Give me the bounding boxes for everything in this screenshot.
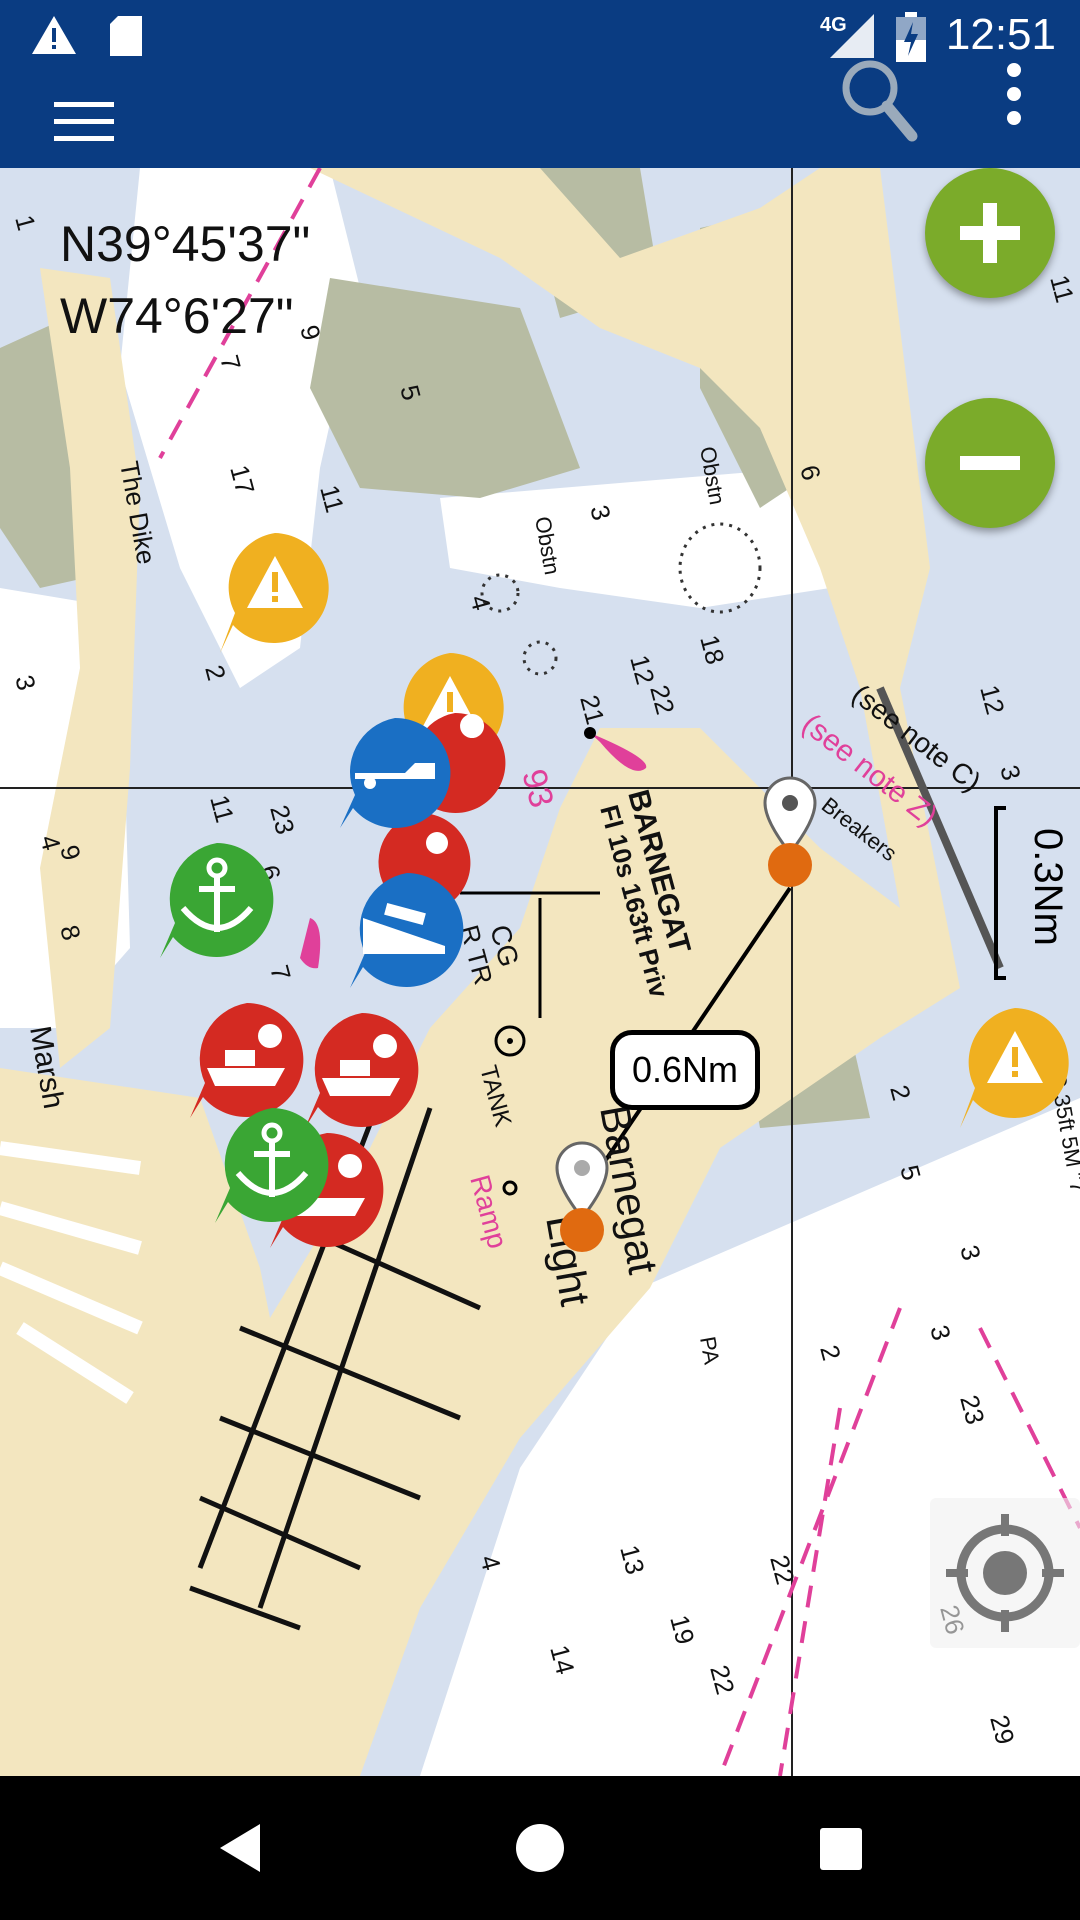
minus-icon <box>960 456 1020 470</box>
chart-background: BARNEGAT Fl 10s 163ft Priv Barnegat Ligh… <box>0 168 1080 1776</box>
status-time: 12:51 <box>945 10 1056 59</box>
my-location-button[interactable] <box>930 1498 1080 1648</box>
menu-icon[interactable] <box>54 102 114 142</box>
route-distance-label: 0.6Nm <box>610 1030 760 1110</box>
hazard-warning-marker[interactable] <box>215 528 335 658</box>
chart-label-pa: PA <box>695 1335 724 1367</box>
route-waypoint-start[interactable] <box>760 773 820 893</box>
nav-back-button[interactable] <box>160 1776 320 1920</box>
recents-icon <box>820 1828 862 1870</box>
zoom-in-button[interactable] <box>925 168 1055 298</box>
route-waypoint-end[interactable] <box>552 1138 612 1258</box>
system-nav-bar <box>0 1776 1080 1920</box>
plus-icon <box>960 203 1020 263</box>
coordinate-readout: N39°45'37" W74°6'27" <box>60 208 310 352</box>
overflow-menu-icon[interactable] <box>1004 60 1024 140</box>
app-bar <box>0 60 1080 168</box>
longitude-label: W74°6'27" <box>60 288 294 344</box>
crosshair-location-icon <box>946 1514 1064 1632</box>
scale-bar-label: 0.3Nm <box>1026 828 1070 946</box>
anchorage-marker[interactable] <box>155 838 280 963</box>
boat-ramp-marker[interactable] <box>345 868 470 993</box>
nautical-chart-map[interactable]: BARNEGAT Fl 10s 163ft Priv Barnegat Ligh… <box>0 168 1080 1776</box>
nav-home-button[interactable] <box>460 1776 620 1920</box>
hazard-warning-marker[interactable] <box>955 1003 1075 1133</box>
nav-recents-button[interactable] <box>760 1776 920 1920</box>
sd-card-icon <box>110 16 142 56</box>
back-icon <box>220 1824 260 1872</box>
zoom-out-button[interactable] <box>925 398 1055 528</box>
home-icon <box>516 1824 564 1872</box>
search-icon[interactable] <box>840 50 920 150</box>
warning-icon <box>32 16 76 54</box>
anchorage-marker[interactable] <box>210 1103 335 1228</box>
boat-ramp-marker[interactable] <box>335 713 455 833</box>
latitude-label: N39°45'37" <box>60 216 311 272</box>
